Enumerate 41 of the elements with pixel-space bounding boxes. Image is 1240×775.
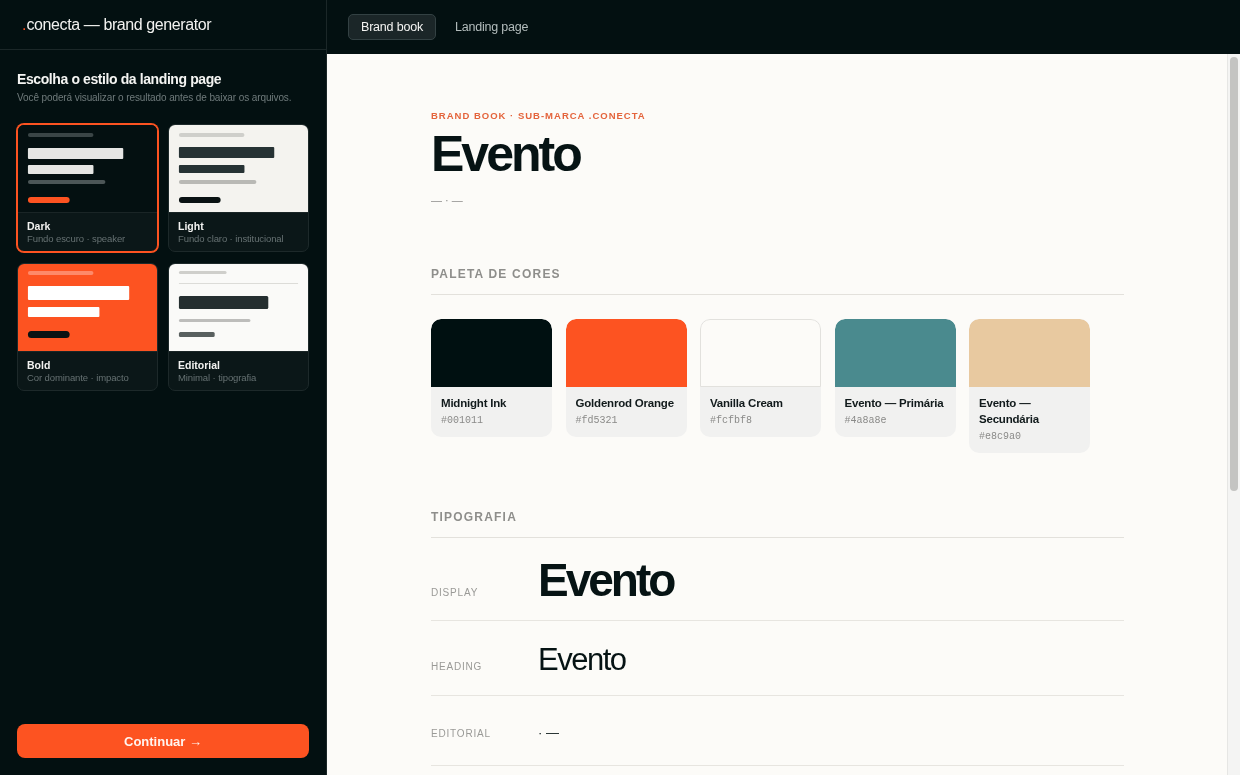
style-card[interactable]: Editorial Minimal · tipografia <box>168 263 309 391</box>
style-description: Minimal · tipografia <box>178 372 258 384</box>
style-name: Dark <box>27 220 52 233</box>
style-name: Light <box>178 220 205 233</box>
color-hex: #e8c9a0 <box>979 430 1022 444</box>
type-sample: Evento <box>538 644 626 675</box>
color-hex: #4a8a8e <box>844 414 888 428</box>
section-heading: PALETA DE CORES <box>431 267 1124 295</box>
type-label: DISPLAY <box>431 587 480 599</box>
type-sample: · — <box>538 726 559 739</box>
tab[interactable]: Brand book <box>348 14 436 40</box>
scrollbar[interactable] <box>1227 54 1240 775</box>
brand-title: Evento <box>431 129 582 179</box>
type-sample: Evento <box>538 557 674 603</box>
style-card[interactable]: Light Fundo claro · institucional <box>168 124 309 252</box>
scrollbar-thumb[interactable] <box>1230 57 1238 491</box>
color-name: Goldenrod Orange <box>575 396 675 411</box>
color-name: Vanilla Cream <box>710 396 784 411</box>
sidebar-heading: Escolha o estilo da landing page <box>17 70 223 88</box>
style-card[interactable]: Bold Cor dominante · impacto <box>17 263 158 391</box>
style-description: Cor dominante · impacto <box>27 372 130 384</box>
eyebrow-text: BRAND BOOK · SUB-MARCA .CONECTA <box>431 109 647 123</box>
color-hex: #001011 <box>441 414 484 428</box>
color-hex: #fcfbf8 <box>710 414 753 428</box>
tagline-text: — · — <box>431 193 464 207</box>
color-name: Evento — Primária <box>844 396 945 411</box>
style-name: Bold <box>27 359 52 372</box>
style-description: Fundo escuro · speaker <box>27 233 127 245</box>
color-name: Midnight Ink <box>441 396 508 411</box>
logo-dot: . <box>22 15 27 34</box>
style-description: Fundo claro · institucional <box>178 233 285 245</box>
style-name: Editorial <box>178 359 221 372</box>
style-card[interactable]: Dark Fundo escuro · speaker <box>17 124 158 252</box>
type-label: HEADING <box>431 661 484 673</box>
color-name: Evento — Secundária <box>979 396 1041 427</box>
sidebar-subheading: Você poderá visualizar o resultado antes de baixar os arquivos. <box>17 91 293 105</box>
app-title: conecta — brand generator <box>26 15 212 34</box>
tab[interactable]: Landing page <box>441 14 542 40</box>
section-heading: TIPOGRAFIA <box>431 510 1124 538</box>
color-hex: #fd5321 <box>575 414 619 428</box>
type-label: EDITORIAL <box>431 728 492 740</box>
